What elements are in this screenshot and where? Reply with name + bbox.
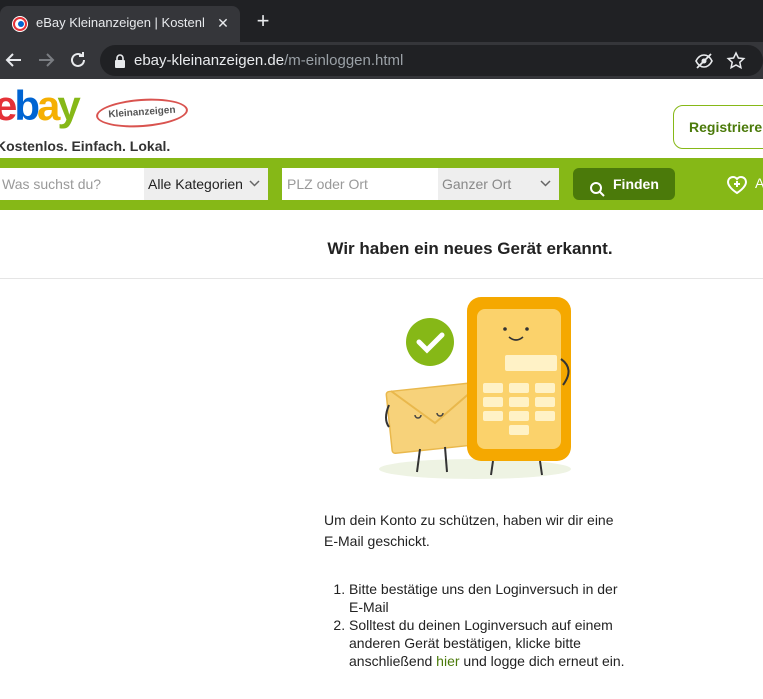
location-input[interactable]: PLZ oder Ort: [282, 168, 438, 200]
info-text: Um dein Konto zu schützen, haben wir dir…: [324, 512, 614, 549]
forward-arrow-icon[interactable]: [34, 48, 58, 72]
steps-list: Bitte bestätige uns den Loginversuch in …: [324, 580, 634, 670]
logo-letter-b: b: [14, 82, 40, 129]
url-path: /m-einloggen.html: [284, 52, 404, 69]
back-arrow-icon[interactable]: [2, 48, 26, 72]
step2-text-end: und logge dich erneut ein.: [459, 653, 625, 669]
register-button[interactable]: Registrieren: [673, 105, 763, 149]
url-host: ebay-kleinanzeigen.de: [134, 52, 285, 69]
here-link[interactable]: hier: [436, 653, 459, 669]
category-value: Alle Kategorien: [148, 176, 243, 192]
url-text: ebay-kleinanzeigen.de/m-einloggen.html: [134, 52, 403, 69]
find-button[interactable]: Finden: [573, 168, 675, 200]
new-device-illustration: [375, 297, 575, 482]
tagline: Kostenlos. Einfach. Lokal.: [0, 138, 171, 154]
radius-value: Ganzer Ort: [442, 176, 512, 192]
browser-tab[interactable]: eBay Kleinanzeigen | Kostenlo ✕: [0, 6, 240, 42]
bookmark-star-icon[interactable]: [726, 51, 746, 71]
logo-letter-y: y: [57, 82, 80, 129]
page-title: Wir haben ein neues Gerät erkannt.: [327, 239, 613, 258]
search-query-input[interactable]: Was suchst du?: [0, 168, 144, 200]
reload-icon[interactable]: [66, 48, 90, 72]
address-bar[interactable]: ebay-kleinanzeigen.de/m-einloggen.html: [100, 45, 763, 76]
divider: [0, 278, 763, 279]
close-tab-icon[interactable]: ✕: [214, 14, 232, 32]
radius-select[interactable]: Ganzer Ort: [438, 168, 559, 200]
find-button-label: Finden: [613, 176, 659, 192]
search-icon: [589, 176, 605, 208]
heart-plus-icon[interactable]: [725, 173, 749, 200]
list-item: Bitte bestätige uns den Loginversuch in …: [349, 580, 634, 616]
logo-letter-a: a: [37, 82, 60, 129]
new-tab-icon[interactable]: +: [252, 10, 274, 32]
logo-wordmark: ebay: [0, 82, 81, 129]
eye-off-icon[interactable]: [694, 51, 714, 71]
logo-letter-e: e: [0, 82, 17, 129]
search-bar: Was suchst du? Alle Kategorien PLZ oder …: [0, 158, 763, 210]
logo-badge: Kleinanzeigen: [95, 95, 189, 131]
favicon-icon: [12, 16, 28, 32]
chevron-down-icon: [540, 168, 551, 213]
list-item: Solltest du deinen Loginversuch auf eine…: [349, 616, 634, 670]
lock-icon: [114, 54, 126, 73]
favorites-label[interactable]: A: [755, 175, 763, 191]
chevron-down-icon: [249, 168, 260, 213]
category-select[interactable]: Alle Kategorien: [144, 168, 268, 200]
page: ebay Kleinanzeigen Kostenlos. Einfach. L…: [0, 79, 763, 699]
browser-tabbar: eBay Kleinanzeigen | Kostenlo ✕ +: [0, 0, 763, 42]
tab-title: eBay Kleinanzeigen | Kostenlo: [36, 15, 204, 30]
browser-toolbar: ebay-kleinanzeigen.de/m-einloggen.html: [0, 42, 763, 79]
